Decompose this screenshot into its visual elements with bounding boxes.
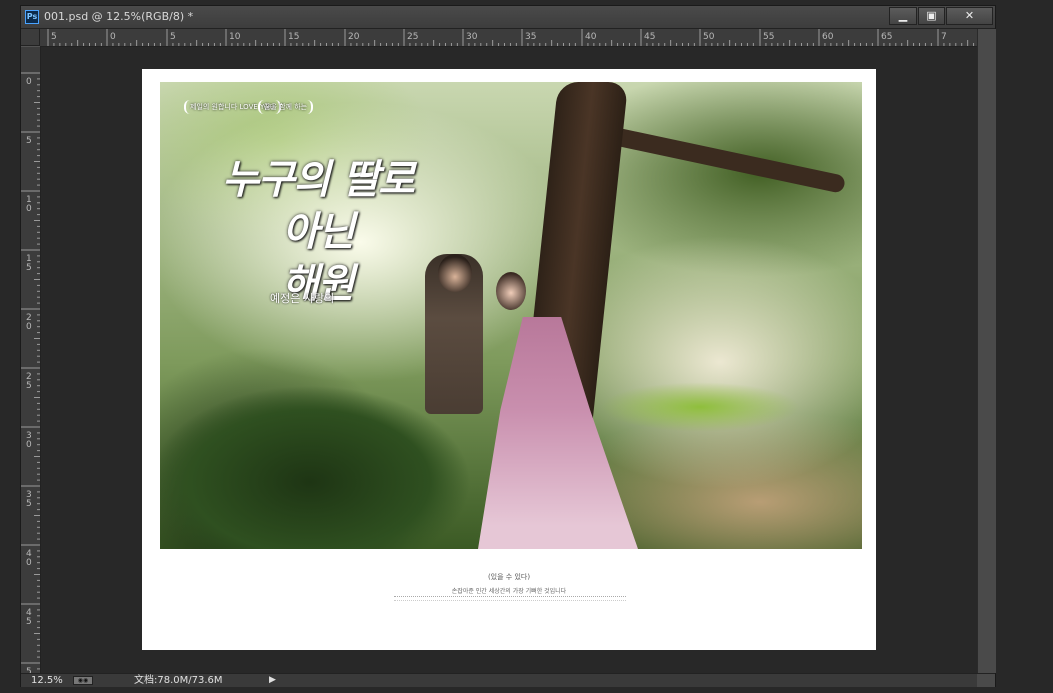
document-window[interactable]: Ps 001.psd @ 12.5%(RGB/8) * ▁ ▣ ✕ 5 0 5 10 1… (20, 5, 996, 687)
horizontal-ruler-label: 55 (763, 32, 774, 42)
zoom-level[interactable]: 12.5% (31, 674, 63, 687)
vertical-ruler-label: 0 (26, 77, 32, 87)
workspace-background (996, 0, 1053, 693)
document-title: 001.psd @ 12.5%(RGB/8) * (44, 10, 194, 23)
artwork-title: 누구의 딸로 아닌 해원 (198, 154, 438, 310)
artwork-subtitle: 예정은 사랑의 (270, 292, 335, 305)
horizontal-ruler-label: 5 (170, 32, 176, 42)
document-titlebar[interactable]: Ps 001.psd @ 12.5%(RGB/8) * ▁ ▣ ✕ (21, 6, 995, 29)
horizontal-ruler-ticks: 5 0 5 10 15 20 25 30 35 40 45 50 55 60 65 7 (47, 29, 975, 46)
horizontal-ruler-label: 20 (348, 32, 360, 42)
photoshop-icon: Ps (25, 10, 39, 24)
maximize-button[interactable]: ▣ (918, 7, 945, 25)
document-page[interactable]: 제일의 원합니다 LOVE YOU 꿈을 함께 하는 누구의 딸로 아닌 해원 … (142, 69, 876, 650)
horizontal-ruler-label: 40 (585, 32, 597, 42)
canvas-area[interactable]: 제일의 원합니다 LOVE YOU 꿈을 함께 하는 누구의 딸로 아닌 해원 … (41, 47, 977, 673)
vertical-ruler[interactable]: 0510152025303540455 (21, 47, 41, 673)
horizontal-ruler-label: 30 (466, 32, 478, 42)
horizontal-ruler-label: 50 (703, 32, 715, 42)
vertical-scrollbar[interactable] (977, 29, 996, 673)
document-size-info: 文档:78.0M/73.6M (134, 675, 223, 686)
vertical-ruler-label: 5 (26, 499, 32, 509)
horizontal-ruler-label: 60 (822, 32, 834, 42)
caption-fine-print (394, 596, 626, 601)
vertical-ruler-ticks: 0510152025303540455 (21, 72, 40, 673)
wedding-photo: 제일의 원합니다 LOVE YOU 꿈을 함께 하는 누구의 딸로 아닌 해원 … (160, 82, 862, 549)
groom-head (438, 254, 472, 292)
horizontal-ruler-label: 0 (110, 32, 116, 42)
resize-grip[interactable] (977, 674, 995, 687)
horizontal-ruler-label: 35 (525, 32, 536, 42)
status-bar: 12.5% ◉◉ 文档:78.0M/73.6M ▶ (21, 673, 995, 687)
horizontal-ruler-label: 45 (644, 32, 655, 42)
vertical-ruler-label: 0 (26, 440, 32, 450)
vertical-ruler-label: 0 (26, 204, 32, 214)
caption-line: 손잡아준 인간 세상간의 가장 기뻐한 것입니다 (451, 588, 567, 595)
close-button[interactable]: ✕ (946, 7, 993, 25)
vertical-ruler-label: 5 (26, 381, 32, 391)
artwork-title-line1: 누구의 딸로 아닌 (222, 156, 415, 255)
vertical-ruler-label: 5 (26, 136, 32, 146)
horizontal-ruler-label: 10 (229, 32, 241, 42)
vertical-ruler-label: 5 (26, 263, 32, 273)
status-menu-arrow[interactable]: ▶ (269, 674, 276, 687)
ruler-origin[interactable] (21, 29, 40, 46)
vertical-ruler-label: 5 (26, 617, 32, 627)
horizontal-ruler-label: 5 (51, 32, 57, 42)
minimize-button[interactable]: ▁ (889, 7, 917, 25)
horizontal-ruler[interactable]: 5 0 5 10 15 20 25 30 35 40 45 50 55 60 65 7 (40, 29, 977, 47)
horizontal-ruler-label: 25 (407, 32, 418, 42)
horizontal-ruler-label: 7 (941, 32, 947, 42)
bride-head (496, 272, 526, 310)
horizontal-ruler-label: 65 (881, 32, 892, 42)
caption-title: (있을 수 있다) (487, 573, 531, 581)
horizontal-ruler-label: 15 (288, 32, 299, 42)
grass-patch (600, 382, 800, 432)
badge-right: 꿈을 함께 하는 (258, 100, 314, 114)
vertical-ruler-label: 0 (26, 322, 32, 332)
zoom-preview-icon[interactable]: ◉◉ (73, 676, 93, 685)
vertical-ruler-label: 0 (26, 558, 32, 568)
